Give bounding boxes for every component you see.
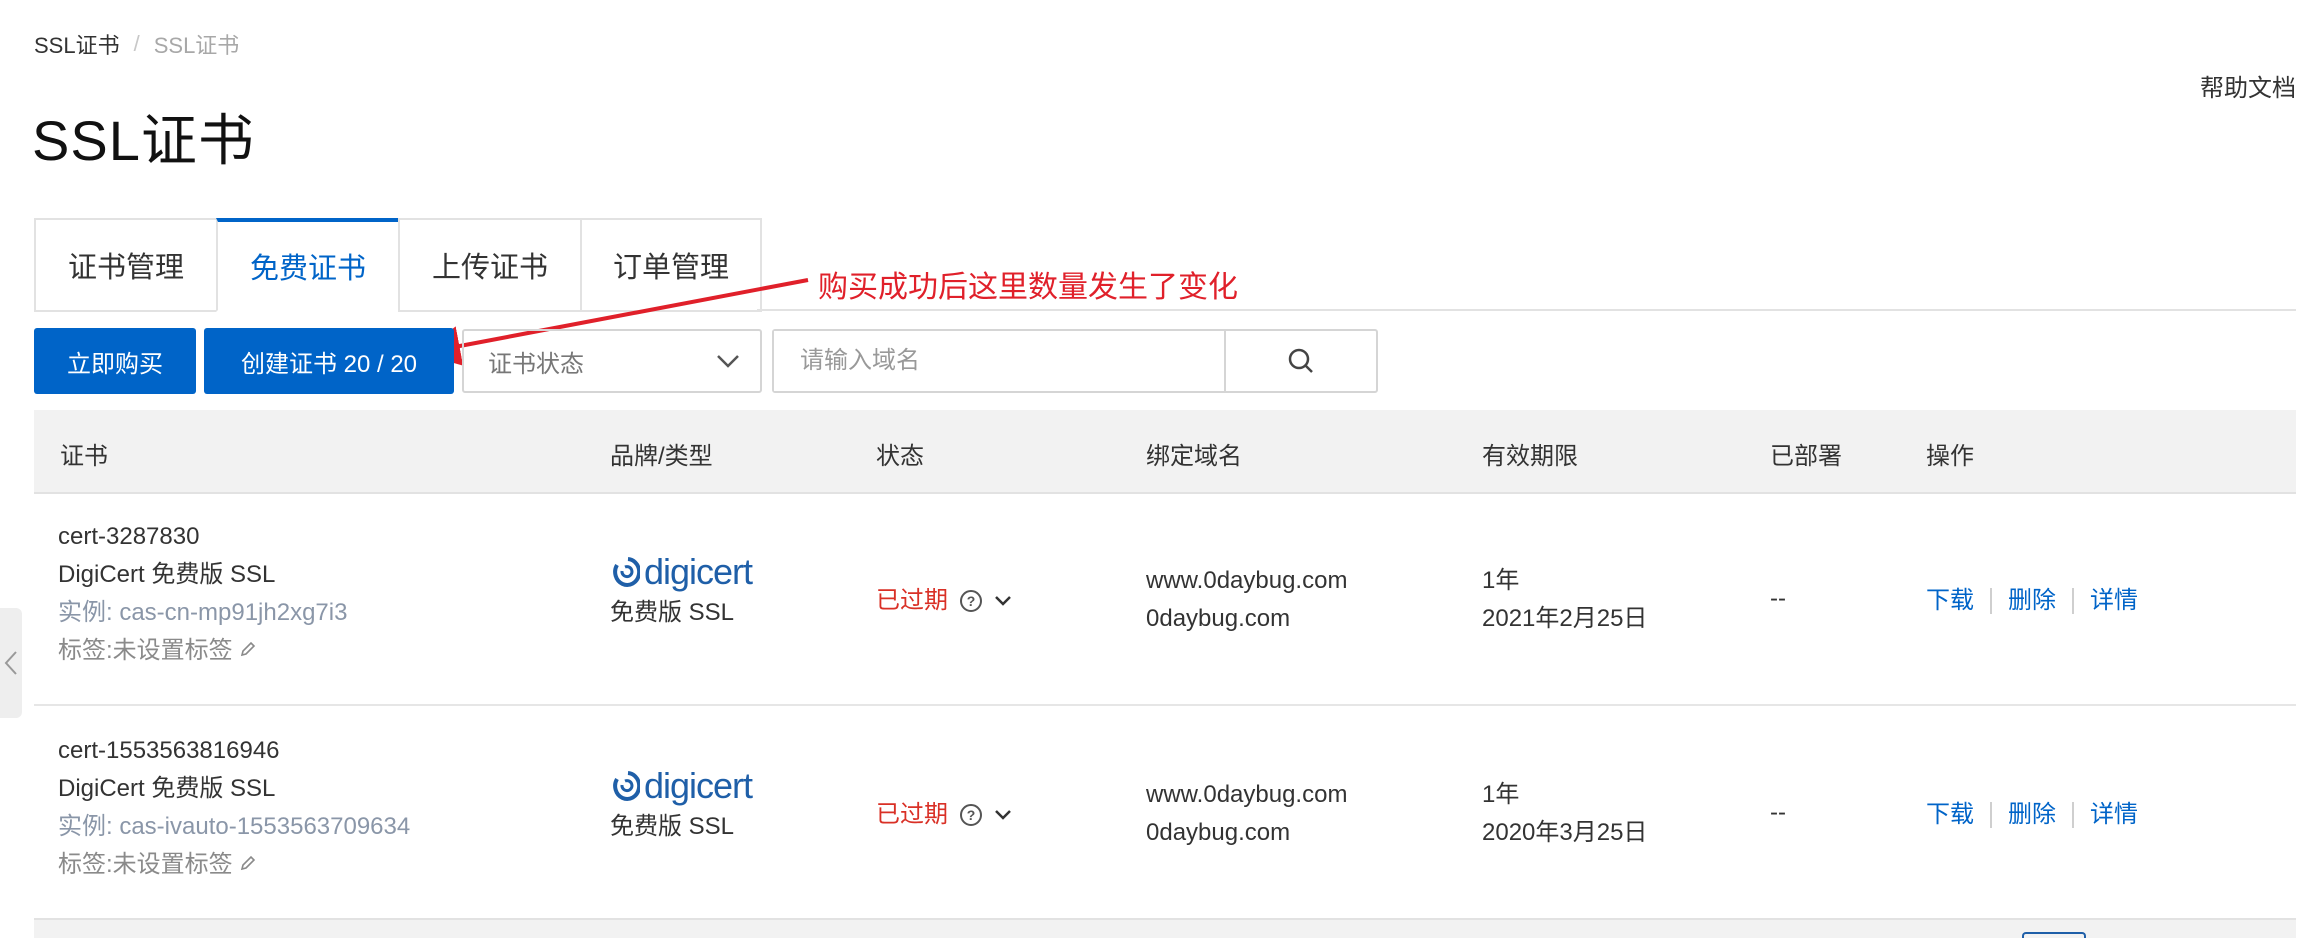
details-link[interactable]: 详情 <box>2090 582 2138 620</box>
action-divider <box>2072 588 2074 614</box>
status-cell: 已过期 ? <box>876 796 1012 834</box>
tab-free-cert[interactable]: 免费证书 <box>216 218 398 312</box>
expire-date: 2020年3月25日 <box>1482 819 1648 846</box>
digicert-logo-text: digicert <box>644 551 753 592</box>
download-link[interactable]: 下载 <box>1926 582 1974 620</box>
breadcrumb-current: SSL证书 <box>153 33 240 58</box>
cert-info: cert-1553563816946 DigiCert 免费版 SSL 实例: … <box>58 732 410 884</box>
cert-name: DigiCert 免费版 SSL <box>58 775 276 802</box>
deployed-value: -- <box>1770 585 1786 612</box>
search-icon <box>1288 348 1313 373</box>
cert-status-select-value: 证书状态 <box>488 350 584 378</box>
brand-type: 免费版 SSL <box>610 813 735 840</box>
tab-order-management[interactable]: 订单管理 <box>580 218 762 312</box>
domain-item: www.0daybug.com <box>1146 567 1348 594</box>
cert-tag[interactable]: 标签:未设置标签 <box>58 846 410 884</box>
column-header-deployed: 已部署 <box>1770 443 1842 470</box>
digicert-logo-icon <box>613 557 640 587</box>
status-cell: 已过期 ? <box>876 582 1012 620</box>
column-header-brand: 品牌/类型 <box>610 443 713 470</box>
actions-cell: 下载 删除 详情 <box>1926 582 2138 620</box>
domain-search-input[interactable] <box>774 331 1226 391</box>
table-footer <box>34 918 2296 938</box>
breadcrumb-separator: / <box>133 31 140 56</box>
validity-cell: 1年 2021年2月25日 <box>1482 562 1647 638</box>
chevron-left-icon <box>4 651 17 675</box>
cert-id: cert-3287830 <box>58 523 200 550</box>
brand-cell: digicert 免费版 SSL <box>610 550 753 632</box>
cert-name: DigiCert 免费版 SSL <box>58 561 276 588</box>
create-cert-button[interactable]: 创建证书 20 / 20 <box>204 328 454 394</box>
domain-item: 0daybug.com <box>1146 605 1291 632</box>
status-expired: 已过期 <box>876 801 948 828</box>
digicert-logo: digicert <box>610 550 753 594</box>
help-icon[interactable]: ? <box>960 804 982 826</box>
chevron-down-icon[interactable] <box>994 809 1012 821</box>
domain-item: 0daybug.com <box>1146 819 1291 846</box>
validity-period: 1年 <box>1482 567 1520 594</box>
tab-upload-cert[interactable]: 上传证书 <box>398 218 580 312</box>
column-header-validity: 有效期限 <box>1482 443 1578 470</box>
action-divider <box>2072 802 2074 828</box>
tabs-divider <box>757 309 2296 311</box>
deployed-value: -- <box>1770 799 1786 826</box>
brand-type: 免费版 SSL <box>610 599 735 626</box>
brand-cell: digicert 免费版 SSL <box>610 764 753 846</box>
cert-tag-label: 标签:未设置标签 <box>58 851 233 878</box>
annotation-text: 购买成功后这里数量发生了变化 <box>818 271 1238 304</box>
column-header-domain: 绑定域名 <box>1146 443 1242 470</box>
edit-icon[interactable] <box>239 854 257 872</box>
page-title: SSL证书 <box>32 109 255 172</box>
table-header: 证书 品牌/类型 状态 绑定域名 有效期限 已部署 操作 <box>34 410 2296 494</box>
cert-instance: 实例: cas-cn-mp91jh2xg7i3 <box>58 599 348 626</box>
action-divider <box>1990 588 1992 614</box>
delete-link[interactable]: 删除 <box>2008 582 2056 620</box>
chevron-down-icon <box>717 355 739 368</box>
cert-status-select[interactable]: 证书状态 <box>462 329 762 393</box>
pagination-button[interactable] <box>2022 932 2086 938</box>
digicert-logo-text: digicert <box>644 765 753 806</box>
tab-cert-management[interactable]: 证书管理 <box>34 218 216 312</box>
digicert-logo-icon <box>613 771 640 801</box>
status-expired: 已过期 <box>876 587 948 614</box>
digicert-logo: digicert <box>610 764 753 808</box>
cert-id: cert-1553563816946 <box>58 737 280 764</box>
cert-info: cert-3287830 DigiCert 免费版 SSL 实例: cas-cn… <box>58 518 347 670</box>
cert-instance: 实例: cas-ivauto-1553563709634 <box>58 813 411 840</box>
validity-cell: 1年 2020年3月25日 <box>1482 776 1647 852</box>
edit-icon[interactable] <box>239 640 257 658</box>
sidebar-collapse-toggle[interactable] <box>0 608 22 718</box>
column-header-status: 状态 <box>876 443 924 470</box>
domain-cell: www.0daybug.com 0daybug.com <box>1146 776 1347 852</box>
cert-tag[interactable]: 标签:未设置标签 <box>58 632 347 670</box>
breadcrumb-root[interactable]: SSL证书 <box>34 28 120 60</box>
search-button[interactable] <box>1226 331 1376 391</box>
help-docs-link[interactable]: 帮助文档 <box>2200 68 2296 103</box>
delete-link[interactable]: 删除 <box>2008 796 2056 834</box>
help-icon[interactable]: ? <box>960 590 982 612</box>
toolbar: 立即购买 创建证书 20 / 20 证书状态 <box>34 328 1378 394</box>
download-link[interactable]: 下载 <box>1926 796 1974 834</box>
breadcrumb: SSL证书 / SSL证书 <box>34 28 239 60</box>
column-header-cert: 证书 <box>60 443 108 470</box>
domain-cell: www.0daybug.com 0daybug.com <box>1146 562 1347 638</box>
tab-bar: 证书管理 免费证书 上传证书 订单管理 <box>34 218 762 312</box>
action-divider <box>1990 802 1992 828</box>
actions-cell: 下载 删除 详情 <box>1926 796 2138 834</box>
validity-period: 1年 <box>1482 781 1520 808</box>
domain-item: www.0daybug.com <box>1146 781 1348 808</box>
details-link[interactable]: 详情 <box>2090 796 2138 834</box>
table-row: cert-1553563816946 DigiCert 免费版 SSL 实例: … <box>34 708 2296 920</box>
column-header-actions: 操作 <box>1926 443 1974 470</box>
chevron-down-icon[interactable] <box>994 595 1012 607</box>
buy-now-button[interactable]: 立即购买 <box>34 328 196 394</box>
page: SSL证书 / SSL证书 SSL证书 帮助文档 证书管理 免费证书 上传证书 … <box>0 0 2318 938</box>
domain-search <box>772 329 1378 393</box>
expire-date: 2021年2月25日 <box>1482 605 1648 632</box>
cert-tag-label: 标签:未设置标签 <box>58 637 233 664</box>
table-row: cert-3287830 DigiCert 免费版 SSL 实例: cas-cn… <box>34 494 2296 706</box>
